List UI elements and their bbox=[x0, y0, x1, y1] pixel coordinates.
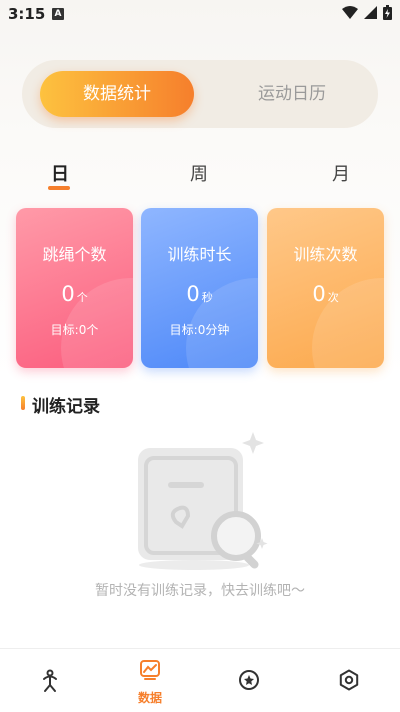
period-tab-day[interactable]: 日 bbox=[51, 160, 69, 186]
nav-item-jump[interactable] bbox=[20, 649, 80, 712]
stat-value-number: 0 bbox=[61, 282, 75, 306]
nav-item-data-label: 数据 bbox=[137, 691, 162, 705]
stat-card-goal: 目标:0个 bbox=[50, 323, 99, 337]
stat-card-title: 跳绳个数 bbox=[42, 245, 107, 264]
battery-charging-icon bbox=[383, 5, 392, 20]
stat-card-title: 训练次数 bbox=[293, 245, 358, 264]
section-accent-bar bbox=[21, 396, 25, 410]
chart-icon bbox=[140, 660, 160, 680]
view-segment: 数据统计 运动日历 bbox=[22, 60, 378, 128]
stat-value-unit: 秒 bbox=[201, 291, 213, 304]
tab-data-stats-label: 数据统计 bbox=[83, 84, 151, 104]
nav-item-medal[interactable] bbox=[220, 649, 280, 712]
status-bar: 3:15 A bbox=[0, 0, 400, 30]
stat-card-jump-count: 跳绳个数 0个 目标:0个 bbox=[16, 208, 133, 368]
tab-exercise-calendar[interactable]: 运动日历 bbox=[222, 71, 362, 117]
screen: 3:15 A 数据统计 运动日历 日 周 月 跳绳个数 0个 目标:0个 训练时… bbox=[0, 0, 400, 712]
stat-card-value: 0秒 bbox=[141, 282, 258, 306]
bottom-nav: 数据 bbox=[0, 648, 400, 712]
stat-value-number: 0 bbox=[312, 282, 326, 306]
records-title: 训练记录 bbox=[32, 397, 100, 417]
stat-card-training-count: 训练次数 0次 bbox=[267, 208, 384, 368]
wifi-icon bbox=[342, 6, 358, 19]
empty-records-illustration bbox=[138, 432, 268, 570]
status-icons bbox=[342, 5, 392, 20]
stat-value-number: 0 bbox=[186, 282, 200, 306]
nav-item-data[interactable]: 数据 bbox=[120, 649, 180, 712]
stat-card-goal: 目标:0分钟 bbox=[169, 323, 230, 337]
tab-data-stats[interactable]: 数据统计 bbox=[40, 71, 194, 117]
stat-value-unit: 个 bbox=[76, 291, 88, 304]
stat-card-training-duration: 训练时长 0秒 目标:0分钟 bbox=[141, 208, 258, 368]
period-tab-month[interactable]: 月 bbox=[332, 160, 350, 186]
settings-icon bbox=[339, 669, 359, 691]
stat-card-value: 0次 bbox=[267, 282, 384, 306]
medal-icon bbox=[239, 670, 259, 690]
signal-icon bbox=[364, 6, 377, 19]
period-tab-indicator bbox=[48, 186, 70, 190]
jump-rope-icon bbox=[43, 669, 57, 692]
status-time: 3:15 bbox=[8, 5, 46, 23]
nav-item-settings[interactable] bbox=[320, 649, 380, 712]
period-tab-week[interactable]: 周 bbox=[190, 160, 208, 186]
stat-value-unit: 次 bbox=[327, 291, 339, 304]
stat-card-title: 训练时长 bbox=[167, 245, 232, 264]
empty-records-text: 暂时没有训练记录，快去训练吧～ bbox=[95, 583, 305, 599]
stat-card-value: 0个 bbox=[16, 282, 133, 306]
notification-a-icon: A bbox=[52, 8, 64, 20]
